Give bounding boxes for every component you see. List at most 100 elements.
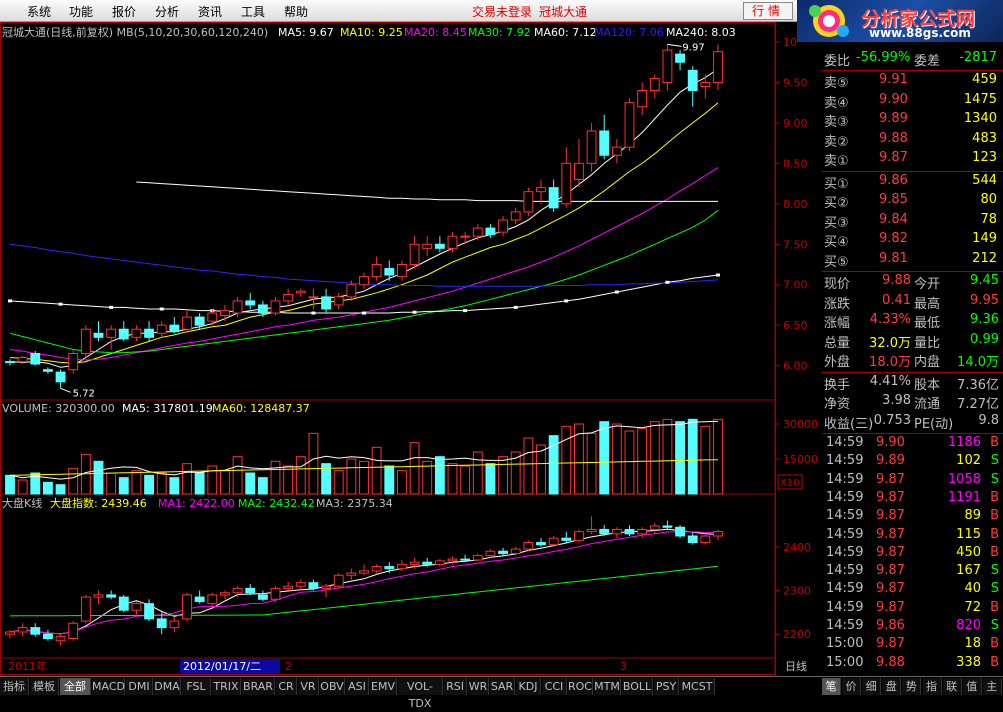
- tick-row: 14:59 9.87 1058 S: [822, 472, 1003, 492]
- indicator-tab-rsi[interactable]: RSI: [444, 678, 467, 695]
- candle-body: [80, 328, 91, 354]
- indicator-tab-vr[interactable]: VR: [298, 678, 319, 695]
- x-axis-year: 2011年: [8, 659, 47, 673]
- quote-stat-row: 外盘 18.0万 内盘 14.0万: [822, 351, 1003, 371]
- indicator-tab-asi[interactable]: ASI: [346, 678, 369, 695]
- side-tab[interactable]: 价: [842, 678, 862, 695]
- logo-url: www.88gs.com: [869, 26, 971, 40]
- volume-bar: [460, 465, 471, 495]
- indicator-tab-dmi[interactable]: DMI: [126, 678, 153, 695]
- index-candle-body: [649, 525, 660, 530]
- stat-label: 收益(三): [824, 416, 874, 432]
- menu-item-info[interactable]: 资讯: [198, 3, 222, 20]
- stat-value: 9.8: [978, 412, 999, 428]
- ma-legend-label: MA120: 7.06: [594, 26, 664, 39]
- side-tab[interactable]: 势: [902, 678, 922, 695]
- quote-button[interactable]: 行情: [743, 2, 793, 20]
- indicator-tab-brar[interactable]: BRAR: [242, 678, 275, 695]
- tick-time: 14:59: [826, 526, 864, 542]
- volume-bar: [574, 423, 584, 495]
- indicator-tab-wr[interactable]: WR: [468, 678, 489, 695]
- side-tab[interactable]: 联: [942, 678, 962, 695]
- menu-item-analysis[interactable]: 分析: [155, 3, 179, 20]
- volume-bar: [498, 456, 508, 495]
- indicator-tab-emv[interactable]: EMV: [370, 678, 397, 695]
- stat-label: 涨幅: [824, 316, 851, 331]
- stat-value: 7.27亿: [957, 397, 999, 412]
- stat-value: 32.0万: [869, 335, 911, 351]
- candle-body: [43, 369, 53, 372]
- indicator-tab-cr[interactable]: CR: [276, 678, 297, 695]
- candle-body: [68, 353, 79, 371]
- volume-bar: [257, 477, 268, 495]
- side-tab[interactable]: 值: [962, 678, 982, 695]
- ma60-dot: [109, 305, 114, 309]
- volume-bar: [649, 421, 660, 495]
- stat-value: 9.95: [970, 292, 999, 308]
- indicator-tab[interactable]: 指标: [0, 678, 29, 695]
- indicator-tab-cci[interactable]: CCI: [542, 678, 567, 695]
- stat-label: 外盘: [824, 355, 851, 370]
- volume-bar: [93, 460, 104, 495]
- side-tab[interactable]: 笔: [822, 678, 841, 695]
- indicator-tab-dma[interactable]: DMA: [154, 678, 181, 695]
- candle-body: [422, 243, 433, 249]
- tick-row: 15:00 9.88 338 B: [822, 655, 1003, 675]
- indicator-tab-mcst[interactable]: MCST: [680, 678, 715, 695]
- menu-item-help[interactable]: 帮助: [284, 3, 308, 20]
- indicator-tab-trix[interactable]: TRIX: [212, 678, 241, 695]
- candle-body: [409, 243, 420, 265]
- volume-bar: [220, 470, 230, 495]
- chart-frame: [0, 22, 776, 675]
- stat-label: 最高: [914, 296, 941, 312]
- volume-bar: [561, 425, 572, 495]
- tick-price: 9.90: [876, 435, 905, 450]
- buy-level-label: 买①: [824, 176, 849, 192]
- buy-level-label: 买③: [824, 215, 849, 231]
- indicator-tab-obv[interactable]: OBV: [320, 678, 345, 695]
- side-tab[interactable]: 指: [922, 678, 942, 695]
- side-tab[interactable]: 盘: [882, 678, 902, 695]
- order-book-sell-row: 卖② 9.88 483: [822, 131, 1003, 151]
- order-book-sell-row: 卖④ 9.90 1475: [822, 92, 1003, 112]
- menu-item-tools[interactable]: 工具: [241, 3, 265, 20]
- side-tab[interactable]: 主: [982, 678, 1002, 695]
- indicator-tab[interactable]: 模板: [30, 678, 59, 695]
- candle-body: [131, 328, 142, 338]
- index-candle-body: [131, 603, 142, 611]
- volume-bar: [68, 467, 79, 495]
- indicator-tab-boll[interactable]: BOLL: [622, 678, 653, 695]
- candle-body: [599, 130, 610, 156]
- indicator-tab-psy[interactable]: PSY: [654, 678, 679, 695]
- side-tab[interactable]: 细: [862, 678, 882, 695]
- indicator-tab-mtm[interactable]: MTM: [594, 678, 621, 695]
- candle-body: [574, 162, 584, 181]
- indicator-tab-macd[interactable]: MACD: [92, 678, 125, 695]
- indicator-tab[interactable]: 全部: [60, 678, 91, 695]
- volume-bar: [295, 456, 306, 495]
- volume-bar: [409, 442, 420, 495]
- cursor-date: 2012/01/17/二: [183, 660, 261, 673]
- index-candle-body: [257, 594, 268, 600]
- volume-bar: [434, 456, 445, 495]
- buy-level-label: 买⑤: [824, 254, 849, 270]
- sell-level-label: 卖④: [824, 95, 849, 111]
- tick-volume: 1186: [947, 435, 981, 450]
- indicator-tab-voltdx[interactable]: VOL-TDX: [398, 678, 443, 710]
- indicator-tab-sar[interactable]: SAR: [490, 678, 515, 695]
- index-candle-body: [144, 603, 154, 620]
- menu-item-function[interactable]: 功能: [69, 3, 93, 20]
- index-candle-body: [409, 561, 420, 565]
- indicator-tab-kdj[interactable]: KDJ: [516, 678, 541, 695]
- indicator-tab-roc[interactable]: ROC: [568, 678, 593, 695]
- menu-item-quote[interactable]: 报价: [112, 3, 136, 20]
- chart-area[interactable]: 10 9.50 9.00 8.50 8.00 7.50 7.00 6.50 6.00 9.97 5.…: [0, 22, 822, 676]
- index-candle-body: [662, 525, 673, 528]
- index-candle-body: [55, 635, 66, 642]
- tick-flag: B: [990, 526, 999, 542]
- buy-volume: 78: [980, 211, 997, 227]
- indicator-tab-fsl[interactable]: FSL: [182, 678, 211, 695]
- menu-item-system[interactable]: 系统: [27, 3, 51, 20]
- index-candle-body: [5, 631, 15, 635]
- order-book-sell-row: 卖③ 9.89 1340: [822, 111, 1003, 131]
